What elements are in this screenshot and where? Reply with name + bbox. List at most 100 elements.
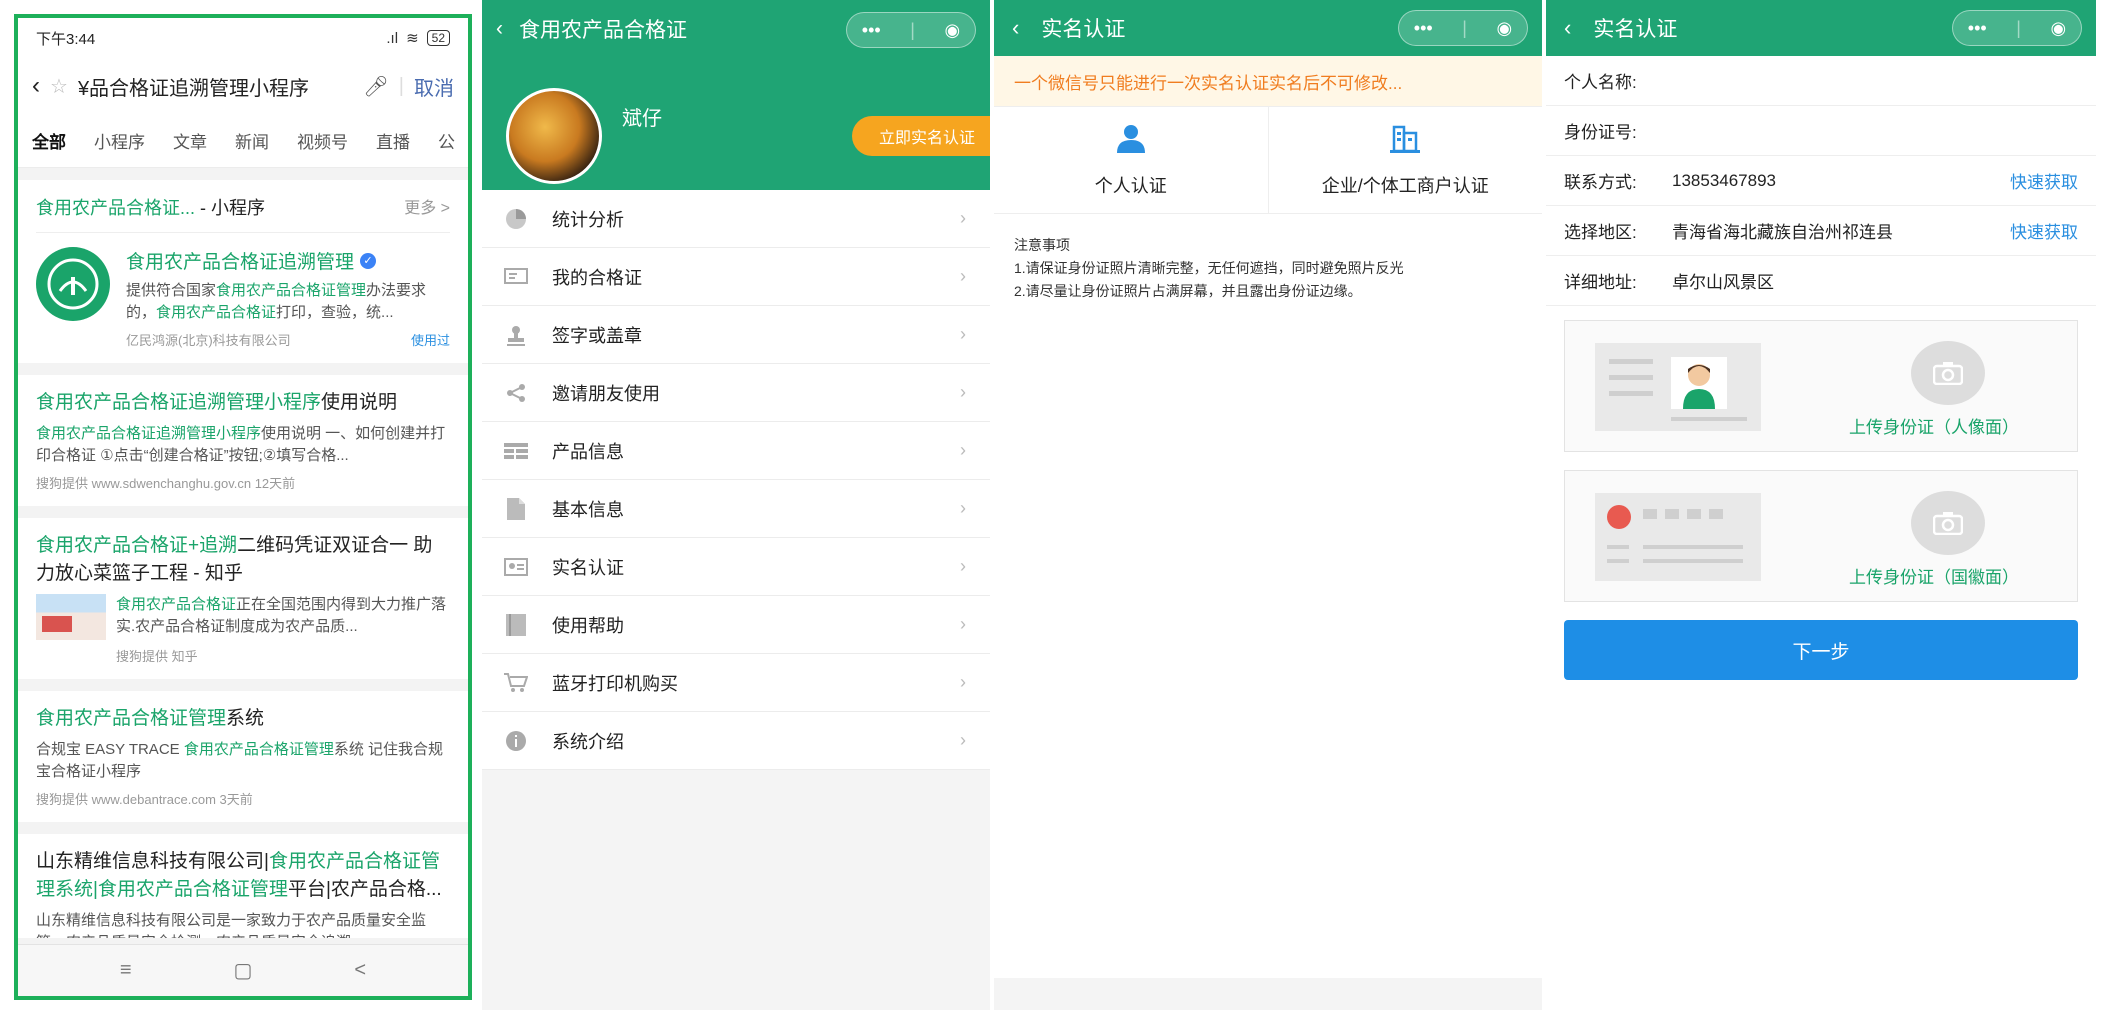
portrait-icon	[1671, 357, 1727, 409]
back-nav-icon[interactable]: <	[354, 959, 366, 982]
result-title[interactable]: 山东精维信息科技有限公司|食用农产品合格证管理系统|食用农产品合格证管理平台|农…	[36, 848, 450, 904]
stamp-icon	[504, 323, 528, 347]
region-field[interactable]: 选择地区: 青海省海北藏族自治州祁连县 快速获取	[1546, 206, 2096, 256]
personal-verification-option[interactable]: 个人认证	[994, 107, 1268, 213]
close-mini-program-icon[interactable]: ◉	[2051, 18, 2067, 39]
menu-item-sign-stamp[interactable]: 签字或盖章 ›	[482, 306, 990, 364]
result-title[interactable]: 食用农产品合格证追溯管理小程序使用说明	[36, 389, 450, 417]
divider: |	[398, 74, 404, 97]
back-icon[interactable]: ‹	[496, 17, 503, 41]
region-value: 青海省海北藏族自治州祁连县	[1672, 223, 1893, 242]
address-field[interactable]: 详细地址: 卓尔山风景区	[1546, 256, 2096, 306]
star-icon[interactable]: ☆	[50, 74, 68, 99]
back-icon[interactable]: ‹	[32, 72, 40, 100]
menu-item-invite-friends[interactable]: 邀请朋友使用 ›	[482, 364, 990, 422]
mini-program-card-header: 食用农产品合格证... - 小程序 更多 >	[36, 194, 450, 233]
more-options-icon[interactable]: •••	[862, 20, 881, 41]
upload-id-back[interactable]: 上传身份证（国徽面）	[1564, 470, 2078, 602]
mini-program-entry[interactable]: 食用农产品合格证追溯管理 ✓ 提供符合国家食用农产品合格证管理办法要求的，食用农…	[36, 233, 450, 349]
address-value: 卓尔山风景区	[1672, 273, 1774, 292]
business-verification-option[interactable]: 企业/个体工商户认证	[1267, 107, 1543, 213]
close-mini-program-icon[interactable]: ◉	[1497, 18, 1513, 39]
mini-program-name: 食用农产品合格证追溯管理	[126, 252, 355, 273]
result-title[interactable]: 食用农产品合格证管理系统	[36, 705, 450, 733]
contact-field[interactable]: 联系方式: 13853467893 快速获取	[1546, 156, 2096, 206]
cart-icon	[504, 671, 528, 695]
verification-types: 个人认证 企业/个体工商户认证	[994, 106, 1542, 214]
notes-title: 注意事项	[1014, 237, 1070, 253]
back-icon[interactable]: ‹	[1564, 15, 1571, 41]
result-title[interactable]: 食用农产品合格证+追溯二维码凭证双证合一 助力放心菜篮子工程 - 知乎	[36, 532, 450, 588]
chevron-right-icon: ›	[960, 730, 966, 750]
status-bar: 下午3:44 .ıl ≋ 52	[18, 18, 468, 58]
menu-item-buy-bluetooth-printer[interactable]: 蓝牙打印机购买 ›	[482, 654, 990, 712]
next-step-button[interactable]: 下一步	[1564, 620, 2078, 680]
certificate-icon	[504, 265, 528, 289]
tab-channels[interactable]: 视频号	[297, 128, 348, 153]
note-item: 2.请尽量让身份证照片占满屏幕，并且露出身份证边缘。	[1014, 283, 1362, 299]
camera-icon[interactable]	[1911, 341, 1985, 405]
page-title: 实名认证	[1593, 18, 1678, 41]
search-result-2[interactable]: 食用农产品合格证+追溯二维码凭证双证合一 助力放心菜篮子工程 - 知乎 食用农产…	[18, 518, 468, 679]
name-field[interactable]: 个人名称:	[1546, 56, 2096, 106]
chevron-right-icon: ›	[960, 208, 966, 228]
nav-header: ‹ 实名认证 ••• | ◉	[1546, 0, 2096, 56]
contact-label: 联系方式:	[1564, 173, 1637, 192]
search-input[interactable]: ¥品合格证追溯管理小程序	[78, 72, 353, 101]
chevron-right-icon: ›	[960, 382, 966, 402]
avatar[interactable]	[506, 88, 602, 184]
wifi-icon: ≋	[406, 30, 419, 47]
menu-item-help[interactable]: 使用帮助 ›	[482, 596, 990, 654]
used-badge: 使用过	[410, 333, 450, 348]
result-desc: 食用农产品合格证正在全国范围内得到大力推广落实.农产品合格证制度成为农产品质..…	[116, 596, 447, 635]
cancel-button[interactable]: 取消	[414, 72, 454, 101]
close-mini-program-icon[interactable]: ◉	[945, 20, 961, 41]
building-icon	[1390, 123, 1421, 158]
tab-live[interactable]: 直播	[376, 128, 410, 153]
back-icon[interactable]: ‹	[1012, 15, 1019, 41]
home-icon[interactable]: ▢	[234, 958, 253, 983]
personal-verification-label: 个人认证	[1094, 175, 1167, 196]
name-label: 个人名称:	[1564, 73, 1637, 92]
address-label: 详细地址:	[1564, 273, 1637, 292]
system-nav-bar: ≡ ▢ <	[18, 944, 468, 996]
status-icons: .ıl ≋ 52	[386, 29, 450, 47]
tab-all[interactable]: 全部	[32, 128, 66, 153]
result-desc: 食用农产品合格证追溯管理小程序使用说明 一、如何创建并打印合格证 ①点击“创建合…	[36, 425, 446, 464]
result-source: 搜狗提供 www.debantrace.com 3天前	[36, 792, 253, 807]
more-options-icon[interactable]: •••	[1414, 18, 1433, 39]
camera-icon[interactable]	[1911, 491, 1985, 555]
tab-official-account[interactable]: 公	[438, 128, 455, 153]
id-front-placeholder	[1595, 343, 1761, 431]
menu-item-system-intro[interactable]: 系统介绍 ›	[482, 712, 990, 770]
microphone-icon[interactable]: 🎤︎	[363, 74, 388, 99]
id-number-field[interactable]: 身份证号:	[1546, 106, 2096, 156]
quick-fetch-region-button[interactable]: 快速获取	[2010, 218, 2078, 243]
search-result-1[interactable]: 食用农产品合格证追溯管理小程序使用说明 食用农产品合格证追溯管理小程序使用说明 …	[18, 375, 468, 506]
upload-id-front[interactable]: 上传身份证（人像面）	[1564, 320, 2078, 452]
tab-article[interactable]: 文章	[173, 128, 207, 153]
tab-news[interactable]: 新闻	[235, 128, 269, 153]
signal-icon: .ıl	[386, 29, 399, 47]
search-result-3[interactable]: 食用农产品合格证管理系统 合规宝 EASY TRACE 食用农产品合格证管理系统…	[18, 691, 468, 822]
verify-now-button[interactable]: 立即实名认证	[852, 116, 990, 156]
result-desc: 山东精维信息科技有限公司是一家致力于农产品质量安全监管、农产品质量安全检测、农产…	[36, 912, 427, 938]
more-link[interactable]: 更多 >	[404, 194, 450, 220]
search-result-4[interactable]: 山东精维信息科技有限公司|食用农产品合格证管理系统|食用农产品合格证管理平台|农…	[18, 834, 468, 938]
mini-program-card[interactable]: 食用农产品合格证... - 小程序 更多 > 食用农产品合格证追溯管理 ✓ 提供…	[18, 180, 468, 363]
menu-item-real-name-verification[interactable]: 实名认证 ›	[482, 538, 990, 596]
quick-fetch-contact-button[interactable]: 快速获取	[2010, 168, 2078, 193]
mini-program-capsule: ••• | ◉	[1398, 10, 1528, 46]
menu-item-my-certificates[interactable]: 我的合格证 ›	[482, 248, 990, 306]
menu-item-product-info[interactable]: 产品信息 ›	[482, 422, 990, 480]
menu-item-statistics[interactable]: 统计分析 ›	[482, 190, 990, 248]
verification-form-panel: ‹ 实名认证 ••• | ◉ 个人名称: 身份证号: 联系方式: 1385346…	[1546, 0, 2096, 1010]
chevron-right-icon: ›	[960, 614, 966, 634]
profile-panel: ‹ 食用农产品合格证 ••• | ◉ 斌仔 立即实名认证 统计分析 › 我的合格证…	[482, 0, 990, 1010]
contact-value: 13853467893	[1672, 170, 1777, 190]
menu-item-basic-info[interactable]: 基本信息 ›	[482, 480, 990, 538]
menu-icon[interactable]: ≡	[120, 959, 132, 982]
search-bar: ‹ ☆ ¥品合格证追溯管理小程序 🎤︎ | 取消	[18, 58, 468, 114]
tab-mini-program[interactable]: 小程序	[94, 128, 145, 153]
more-options-icon[interactable]: •••	[1968, 18, 1987, 39]
